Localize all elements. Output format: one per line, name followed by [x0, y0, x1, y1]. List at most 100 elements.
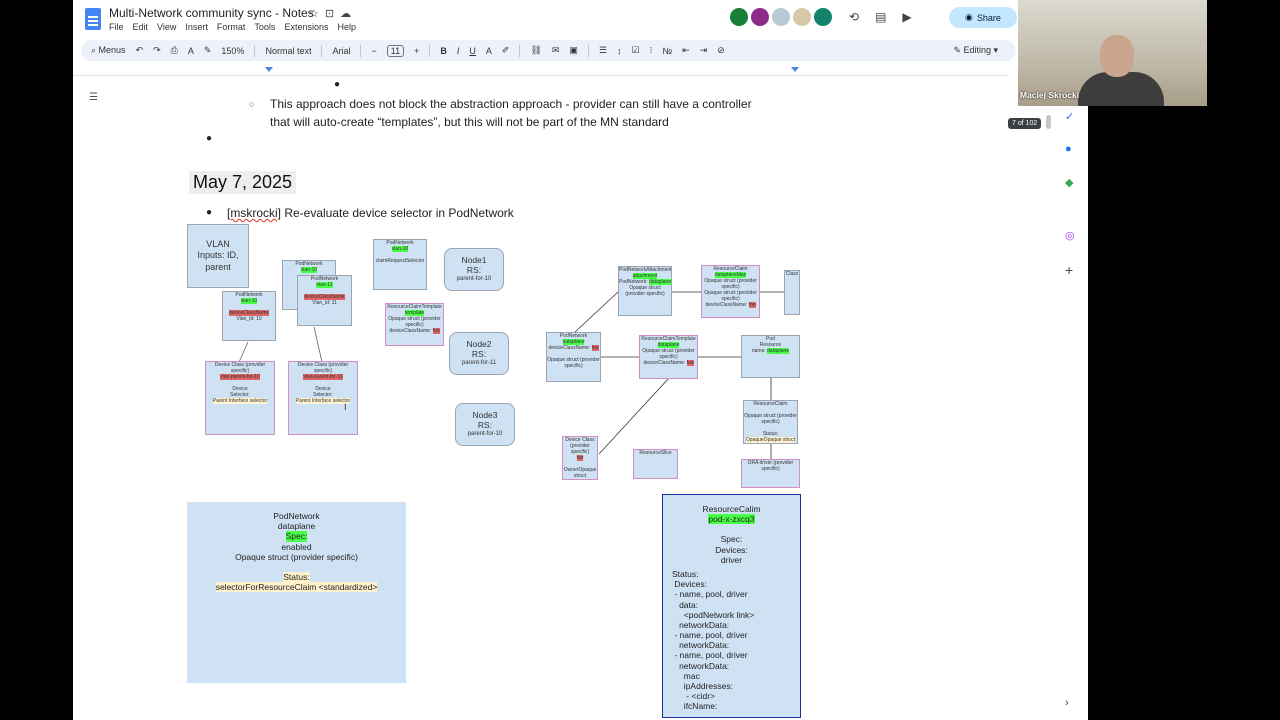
bulleted-list-icon[interactable]: ⁝ — [650, 45, 653, 56]
menu-extensions[interactable]: Extensions — [284, 22, 328, 32]
resourceclaim-box[interactable]: ResourceCalim pod-x-zxcq3 Spec: Devices:… — [662, 494, 801, 718]
podnetwork-box[interactable]: PodNetwork dataplane Spec: enabled Opaqu… — [187, 502, 406, 683]
resourceclaim-template-mini[interactable]: ResourceClaimTemplate dataplane Opaque str… — [639, 335, 698, 379]
print-icon[interactable]: ⎙ — [171, 45, 178, 56]
font-select[interactable]: Arial — [332, 46, 350, 56]
move-folder-icon[interactable]: ⊡ — [325, 7, 334, 20]
podnetwork-mini[interactable]: PodNetwork dataplane deviceClassName: foo O… — [546, 332, 601, 382]
increase-font-icon[interactable]: + — [414, 46, 419, 56]
podnetwork-mini[interactable]: PodNetwork vlan-11 deviceClassName Vlan_id:… — [297, 275, 352, 326]
outdent-icon[interactable]: ⇤ — [682, 45, 690, 56]
node2-box[interactable]: Node2 RS: parent-for-11 — [449, 332, 509, 375]
node3-box[interactable]: Node3 RS: parent-for-10 — [455, 403, 515, 446]
menu-insert[interactable]: Insert — [185, 22, 208, 32]
resourceclaim-status-list: Status: Devices: - name, pool, driver da… — [663, 569, 800, 712]
addon-icon[interactable]: ◎ — [1065, 229, 1075, 242]
star-icon[interactable]: ☆ — [309, 7, 319, 20]
avatar[interactable] — [814, 8, 832, 26]
user-tag: [mskrocki] — [227, 206, 281, 220]
menu-format[interactable]: Format — [217, 22, 246, 32]
avatar[interactable] — [793, 8, 811, 26]
resourceslice-mini[interactable]: ResourceSlice — [633, 449, 678, 479]
bold-icon[interactable]: B — [440, 46, 447, 56]
globe-icon: ◉ — [965, 12, 973, 22]
resourceclaim-mini[interactable]: ResourceClaim Opaque struct (provider spe… — [743, 400, 798, 444]
comments-icon[interactable]: ▤ — [875, 10, 886, 24]
ruler[interactable] — [73, 64, 1008, 76]
scrollbar-thumb[interactable] — [1046, 115, 1051, 129]
image-icon[interactable]: ▣ — [569, 45, 578, 56]
share-button[interactable]: ◉ Share — [949, 7, 1017, 28]
link-icon[interactable]: ⛓ — [530, 45, 541, 56]
bullet-dot: ● — [334, 79, 341, 90]
resourceclaim-mini[interactable]: ResourceClaim dataplaneMac Opaque struct (… — [701, 265, 760, 318]
right-margin-marker[interactable] — [791, 67, 799, 72]
avatar[interactable] — [730, 8, 748, 26]
menu-file[interactable]: File — [109, 22, 124, 32]
agenda-item[interactable]: [mskrocki] Re-evaluate device selector i… — [227, 206, 514, 220]
dra-driver-mini[interactable]: DRA driver (provider specific) — [741, 459, 800, 488]
menu-tools[interactable]: Tools — [254, 22, 275, 32]
indent-icon[interactable]: ⇥ — [700, 45, 708, 56]
resourceclaim-devices: Devices: — [715, 544, 748, 555]
italic-icon[interactable]: I — [457, 46, 460, 56]
numbered-list-icon[interactable]: № — [662, 46, 672, 56]
decrease-font-icon[interactable]: − — [371, 46, 376, 56]
menu-help[interactable]: Help — [337, 22, 356, 32]
deviceclass-mini[interactable]: Device Class (provider specific) foo Owner… — [562, 436, 598, 480]
deviceclass-box[interactable]: Device Class (provider specific) vlan-par… — [205, 361, 275, 435]
docs-logo-icon[interactable] — [85, 8, 101, 30]
highlight-icon[interactable]: ✐ — [502, 45, 510, 56]
sub-bullet-line1[interactable]: This approach does not block the abstrac… — [270, 97, 752, 111]
document-outline-icon[interactable]: ☰ — [89, 92, 98, 103]
maps-icon[interactable]: ◆ — [1065, 176, 1073, 189]
add-addon-icon[interactable]: + — [1065, 262, 1073, 278]
participant-name: Maciej Skrocki — [1020, 90, 1080, 100]
menu-edit[interactable]: Edit — [133, 22, 149, 32]
cloud-status-icon[interactable]: ☁ — [340, 7, 351, 20]
sub-bullet-line2[interactable]: that will auto-create “templates”, but t… — [270, 115, 669, 129]
podnetwork-mini[interactable]: PodNetwork vlan-10 claimRequestSelector — [373, 239, 427, 290]
avatar[interactable] — [751, 8, 769, 26]
node3-rs: RS: — [477, 419, 493, 430]
paint-format-icon[interactable]: ✎ — [204, 45, 212, 56]
document-title[interactable]: Multi-Network community sync - Notes — [109, 6, 314, 20]
line-spacing-icon[interactable]: ↕ — [617, 46, 622, 56]
align-icon[interactable]: ☰ — [599, 45, 607, 56]
menu-view[interactable]: View — [157, 22, 176, 32]
clipped-box[interactable]: Class — [784, 270, 800, 315]
font-size-input[interactable]: 11 — [386, 44, 405, 57]
editing-mode-select[interactable]: ✎ Editing ▾ — [953, 45, 998, 56]
checklist-icon[interactable]: ☑ — [632, 45, 640, 56]
pod-mini[interactable]: Pod Resource name: dataplane — [741, 335, 800, 378]
underline-icon[interactable]: U — [469, 46, 476, 56]
pencil-icon: ✎ — [953, 45, 961, 55]
vlan-box[interactable]: VLAN Inputs: ID, parent — [187, 224, 249, 288]
search-menus-icon[interactable]: ⌕ Menus — [91, 45, 126, 56]
avatar[interactable] — [772, 8, 790, 26]
meet-icon[interactable]: ▶ — [902, 10, 911, 24]
divider — [254, 44, 256, 57]
date-heading[interactable]: May 7, 2025 — [189, 171, 297, 194]
bullet-dot: ● — [206, 207, 213, 218]
deviceclass-box[interactable]: Device Class (provider specific) vlan-par… — [288, 361, 358, 435]
contacts-icon[interactable]: ● — [1065, 143, 1072, 155]
zoom-select[interactable]: 150% — [221, 46, 244, 56]
undo-icon[interactable]: ↶ — [136, 45, 144, 56]
tasks-icon[interactable]: ✓ — [1065, 110, 1074, 123]
resourceclaim-template-mini[interactable]: ResourceClaimTemplate template Opaque stru… — [385, 303, 444, 346]
history-icon[interactable]: ⟲ — [849, 10, 859, 24]
node1-box[interactable]: Node1 RS: parent-for-10 — [444, 248, 504, 291]
text-color-icon[interactable]: A — [486, 46, 492, 56]
spellcheck-icon[interactable]: A — [188, 46, 194, 56]
clear-format-icon[interactable]: ⊘ — [717, 45, 725, 56]
menu-bar: File Edit View Insert Format Tools Exten… — [109, 22, 356, 32]
redo-icon[interactable]: ↷ — [153, 45, 161, 56]
expand-panel-icon[interactable]: › — [1065, 697, 1069, 709]
podnetwork-attachment-mini[interactable]: PodNetworkAttachment attachment PodNetwork… — [618, 266, 672, 316]
indent-marker[interactable] — [265, 67, 273, 72]
comment-icon[interactable]: ✉ — [552, 45, 560, 56]
podnetwork-mini[interactable]: PodNetwork vlan-10 deviceClassName Vlan_Id:… — [222, 291, 276, 341]
resourceclaim-status-line: data: — [672, 599, 698, 610]
style-select[interactable]: Normal text — [265, 46, 311, 56]
